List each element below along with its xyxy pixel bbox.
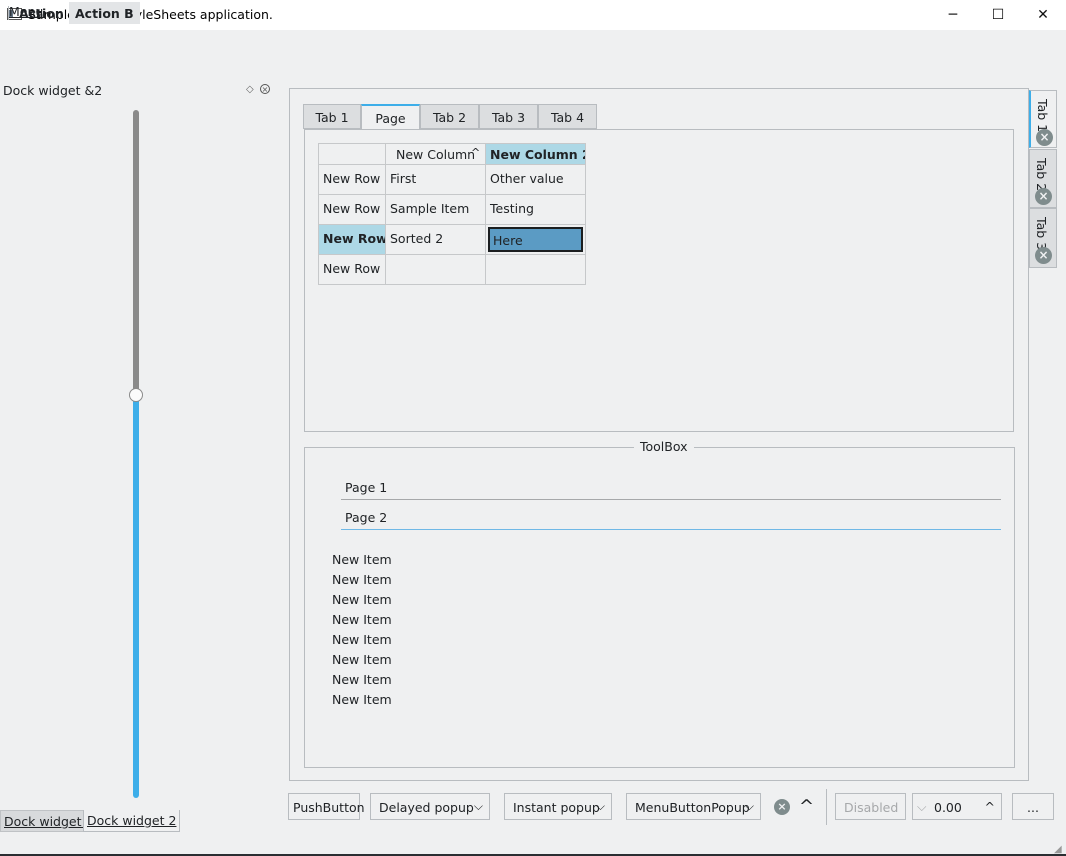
list-item[interactable]: New Item <box>332 612 392 627</box>
maximize-button[interactable]: ☐ <box>975 0 1021 30</box>
clear-icon[interactable]: × <box>774 799 790 815</box>
tab-close-icon[interactable]: × <box>1035 188 1052 205</box>
chevron-down-icon: ⌵ <box>595 799 605 813</box>
list-item[interactable]: New Item <box>332 672 392 687</box>
vertical-tab-label: Tab 3 <box>1034 217 1049 251</box>
vertical-tab-label: Tab 2 <box>1034 158 1049 192</box>
toolbox-title: ToolBox <box>634 439 694 454</box>
row-header-3[interactable]: New Row <box>318 224 386 255</box>
list-item[interactable]: New Item <box>332 552 392 567</box>
tab-4[interactable]: Tab 4 <box>538 104 597 129</box>
menu-button-popup[interactable]: MenuButtonPopup ⌵ <box>626 793 761 820</box>
menu-button-popup-label: MenuButtonPopup <box>635 800 750 815</box>
table-corner[interactable] <box>318 143 386 165</box>
toolbox-page-1[interactable]: Page 1 <box>341 480 1001 500</box>
tab-close-icon[interactable]: × <box>1036 129 1053 146</box>
chevron-down-icon[interactable]: ⌵ <box>745 799 754 814</box>
table-cell[interactable] <box>485 254 586 285</box>
tab-3[interactable]: Tab 3 <box>479 104 538 129</box>
row-header-1[interactable]: New Row <box>318 164 386 195</box>
action-button[interactable]: Action <box>13 2 70 24</box>
spin-down-icon[interactable]: ⌵ <box>917 799 926 815</box>
minimize-button[interactable]: ─ <box>930 0 976 30</box>
chevron-down-icon: ⌵ <box>473 799 483 813</box>
vertical-tab-1[interactable]: Tab 1 × <box>1029 90 1057 148</box>
table-cell[interactable]: First <box>385 164 486 195</box>
spin-value[interactable]: 0.00 <box>934 800 962 815</box>
sort-ascending-icon: ^ <box>471 146 481 159</box>
table-cell-selected-wrap: Here <box>485 224 586 255</box>
tab-1[interactable]: Tab 1 <box>303 104 361 129</box>
instant-popup-button[interactable]: Instant popup ⌵ <box>504 793 612 820</box>
row-header-4[interactable]: New Row <box>318 254 386 285</box>
tab-page[interactable]: Page <box>361 104 420 130</box>
dock-title: Dock widget &2 <box>3 83 103 98</box>
double-spin-box[interactable]: ⌵ 0.00 ^ <box>912 793 1002 820</box>
instant-popup-label: Instant popup <box>513 800 600 815</box>
menu-bar <box>0 30 1066 52</box>
column-header-2[interactable]: New Column 2 <box>485 143 586 165</box>
dock-close-icon[interactable]: × <box>260 84 270 94</box>
close-window-button[interactable]: ✕ <box>1020 0 1066 30</box>
table-cell[interactable]: Testing <box>485 194 586 225</box>
disabled-button: Disabled <box>835 793 906 820</box>
push-button[interactable]: PushButton <box>288 793 365 820</box>
ellipsis-button[interactable]: ... <box>1012 793 1054 820</box>
table-cell[interactable]: Sorted 2 <box>385 224 486 255</box>
toolbar-separator <box>826 789 827 825</box>
toolbox-page-2[interactable]: Page 2 <box>341 510 1001 530</box>
arrow-up-icon[interactable]: ^ <box>799 796 814 817</box>
dock-tab-2[interactable]: Dock widget 2 <box>83 810 181 832</box>
tab-close-icon[interactable]: × <box>1035 247 1052 264</box>
row-header-2[interactable]: New Row <box>318 194 386 225</box>
slider-track-lower[interactable] <box>133 396 139 798</box>
vertical-tab-3[interactable]: Tab 3 × <box>1029 208 1057 268</box>
list-item[interactable]: New Item <box>332 652 392 667</box>
table-cell[interactable]: Other value <box>485 164 586 195</box>
action-b-button[interactable]: Action B <box>69 2 140 24</box>
table-cell-selected[interactable]: Here <box>488 227 583 252</box>
dock-float-icon[interactable]: ◇ <box>246 84 254 95</box>
toolbar <box>0 54 1066 78</box>
slider-handle[interactable] <box>129 388 143 402</box>
list-item[interactable]: New Item <box>332 572 392 587</box>
vertical-tab-label: Tab 1 <box>1035 99 1050 133</box>
tab-2[interactable]: Tab 2 <box>420 104 479 129</box>
list-item[interactable]: New Item <box>332 592 392 607</box>
spin-up-icon[interactable]: ^ <box>985 799 995 814</box>
list-item[interactable]: New Item <box>332 632 392 647</box>
vertical-tab-2[interactable]: Tab 2 × <box>1029 149 1057 208</box>
delayed-popup-button[interactable]: Delayed popup ⌵ <box>370 793 490 820</box>
table-cell[interactable] <box>385 254 486 285</box>
slider-track-upper[interactable] <box>133 110 139 396</box>
delayed-popup-label: Delayed popup <box>379 800 474 815</box>
list-item[interactable]: New Item <box>332 692 392 707</box>
toolbar-handle[interactable] <box>8 6 9 20</box>
table-cell[interactable]: Sample Item <box>385 194 486 225</box>
